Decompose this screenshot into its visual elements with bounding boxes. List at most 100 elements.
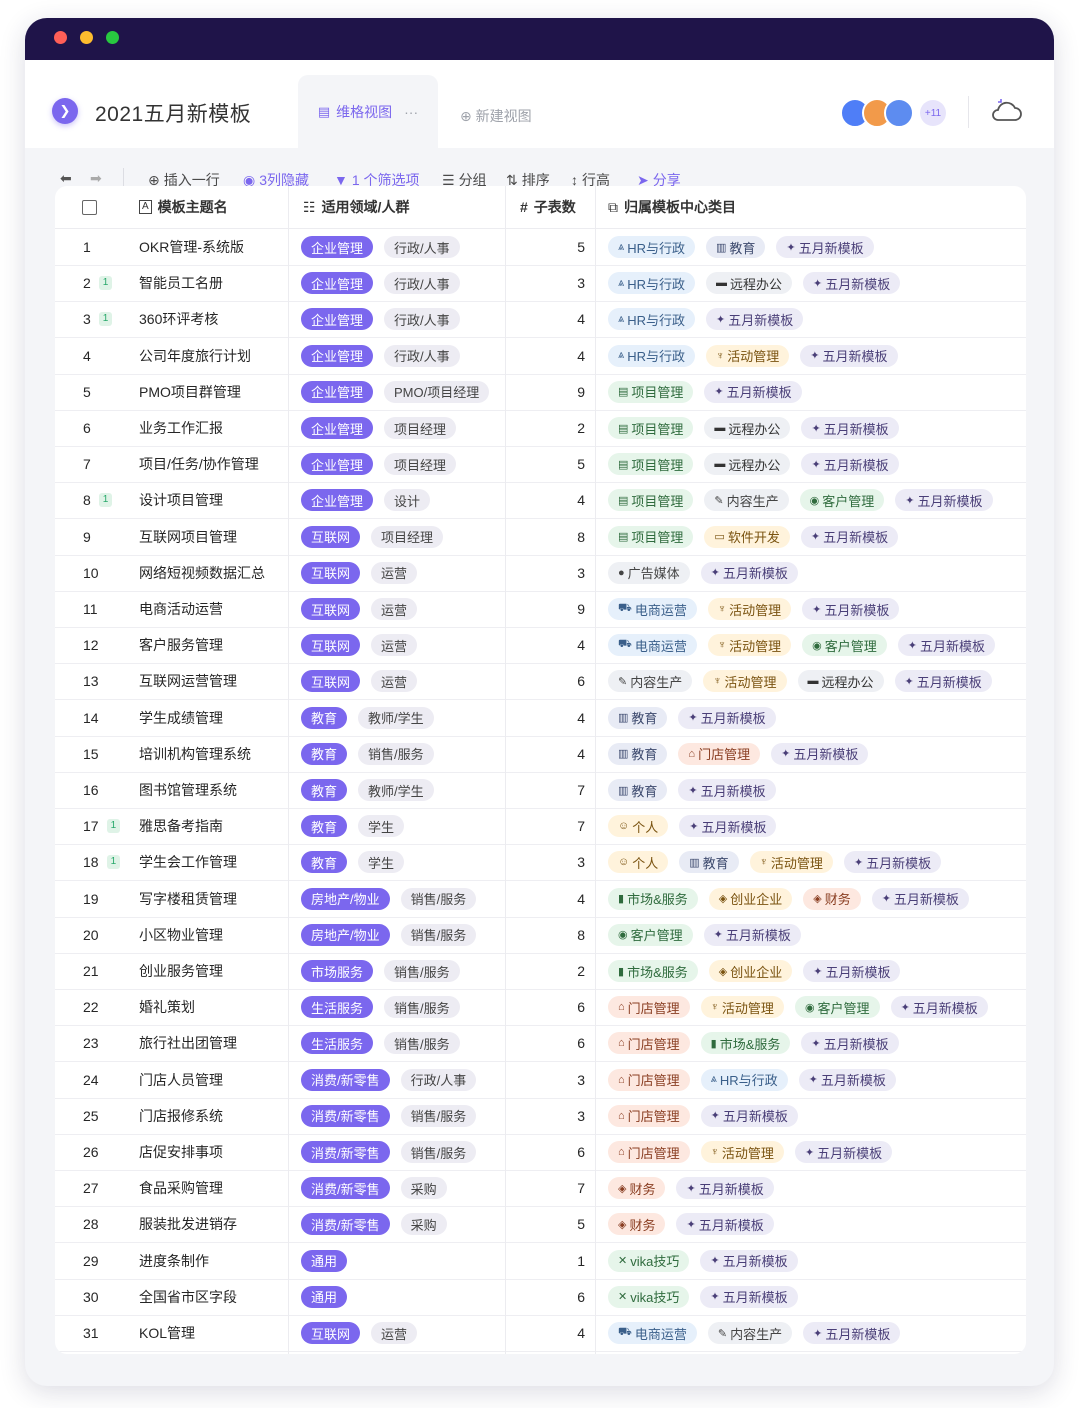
tab-grid-view[interactable]: ▤ 维格视图 ··· (298, 75, 438, 148)
domain-cell[interactable]: 房地产/物业 销售/服务 (301, 917, 487, 953)
count-cell[interactable]: 9 (505, 591, 585, 627)
category-cell[interactable]: ▤ 项目管理 ▬ 远程办公 ✦ 五月新模板 (608, 410, 910, 446)
count-cell[interactable]: 6 (505, 989, 585, 1025)
table-row[interactable]: 18 1 学生会工作管理 教育 学生 3 ☺ 个人 ▥ 教育 ♆ 活动管理 ✦ 五月新模板 (55, 844, 1026, 882)
category-cell[interactable]: ▤ 项目管理 ✦ 五月新模板 (608, 374, 813, 410)
table-row[interactable]: 16 图书馆管理系统 教育 教师/学生 7 ▥ 教育 ✦ 五月新模板 (55, 772, 1026, 809)
undo-icon[interactable]: ⬅ (60, 170, 72, 187)
domain-cell[interactable]: 教育 教师/学生 (301, 772, 445, 808)
table-row[interactable]: 26 店促安排事项 消费/新零售 销售/服务 6 ⌂ 门店管理 ♆ 活动管理 ✦ 五月新模板 (55, 1134, 1026, 1171)
template-name-cell[interactable]: 学生成绩管理 (139, 700, 223, 736)
template-name-cell[interactable]: 培训机构管理系统 (139, 736, 251, 772)
count-cell[interactable]: 4 (505, 627, 585, 663)
table-row[interactable]: 21 创业服务管理 市场服务 销售/服务 2 ▮ 市场&服务 ◈ 创业企业 ✦ 五月新模板 (55, 953, 1026, 990)
count-cell[interactable]: 4 (505, 482, 585, 518)
table-row[interactable]: 28 服装批发进销存 消费/新零售 采购 5 ◈ 财务 ✦ 五月新模板 (55, 1206, 1026, 1244)
domain-cell[interactable]: 教育 销售/服务 (301, 736, 445, 772)
table-row[interactable]: 17 1 雅思备考指南 教育 学生 7 ☺ 个人 ✦ 五月新模板 (55, 808, 1026, 846)
table-row[interactable]: 9 互联网项目管理 互联网 项目经理 8 ▤ 项目管理 ▭ 软件开发 ✦ 五月新模板 (55, 519, 1026, 556)
domain-cell[interactable]: 互联网 运营 (301, 663, 428, 699)
table-row[interactable]: 20 小区物业管理 房地产/物业 销售/服务 8 ◉ 客户管理 ✦ 五月新模板 (55, 917, 1026, 954)
count-cell[interactable]: 1 (505, 1243, 585, 1279)
count-cell[interactable]: 7 (505, 772, 585, 808)
redo-icon[interactable]: ➡ (90, 170, 102, 187)
template-name-cell[interactable]: 项目/任务/协作管理 (139, 446, 259, 482)
template-name-cell[interactable]: 全国省市区字段 (139, 1279, 237, 1315)
template-name-cell[interactable]: 创业服务管理 (139, 953, 223, 989)
category-cell[interactable]: ⩓ HR与行政 ▬ 远程办公 ✦ 五月新模板 (608, 265, 911, 301)
template-name-cell[interactable]: 互联网运营管理 (139, 663, 237, 699)
template-name-cell[interactable]: 360环评考核 (139, 301, 218, 337)
category-cell[interactable]: ◈ 财务 ✦ 五月新模板 (608, 1206, 785, 1242)
domain-cell[interactable]: 企业管理 设计 (301, 482, 441, 518)
domain-cell[interactable]: 企业管理 项目经理 (301, 446, 467, 482)
domain-cell[interactable]: 教育 学生 (301, 844, 415, 880)
domain-cell[interactable]: 互联网 项目经理 (301, 519, 454, 555)
table-row[interactable]: 3 1 360环评考核 企业管理 行政/人事 4 ⩓ HR与行政 ✦ 五月新模板 (55, 301, 1026, 339)
column-header-count[interactable]: # 子表数 (520, 186, 576, 228)
category-cell[interactable]: ⌂ 门店管理 ▮ 市场&服务 ✦ 五月新模板 (608, 1025, 910, 1061)
table-row[interactable]: 10 网络短视频数据汇总 互联网 运营 3 ● 广告媒体 ✦ 五月新模板 (55, 555, 1026, 592)
category-cell[interactable]: ▮ 市场&服务 ◈ 创业企业 ◈ 财务 ✦ 五月新模板 (608, 881, 980, 917)
table-row[interactable]: 27 食品采购管理 消费/新零售 采购 7 ◈ 财务 ✦ 五月新模板 (55, 1170, 1026, 1208)
table-row[interactable]: 1 OKR管理-系统版 企业管理 行政/人事 5 ⩓ HR与行政 ▥ 教育 ✦ 五月新模板 (55, 229, 1026, 266)
domain-cell[interactable]: 企业管理 PMO/项目经理 (301, 374, 500, 410)
template-name-cell[interactable]: OKR管理-系统版 (139, 229, 244, 265)
column-header-name[interactable]: A 模板主题名 (139, 186, 228, 228)
count-cell[interactable]: 2 (505, 953, 585, 989)
select-all-checkbox[interactable] (82, 186, 97, 228)
category-cell[interactable]: ⌂ 门店管理 ♆ 活动管理 ◉ 客户管理 ✦ 五月新模板 (608, 989, 999, 1025)
comment-count-badge[interactable]: 1 (106, 819, 121, 834)
template-name-cell[interactable]: 门店人员管理 (139, 1062, 223, 1098)
table-row[interactable]: 2 1 智能员工名册 企业管理 行政/人事 3 ⩓ HR与行政 ▬ 远程办公 ✦ 五月新模板 (55, 265, 1026, 303)
count-cell[interactable]: 5 (505, 1206, 585, 1242)
domain-cell[interactable]: 教育 教师/学生 (301, 700, 445, 736)
more-collaborators-badge[interactable]: +11 (920, 100, 946, 126)
count-cell[interactable]: 5 (505, 229, 585, 265)
domain-cell[interactable]: 消费/新零售 采购 (301, 1170, 458, 1206)
template-name-cell[interactable]: 电商活动运营 (139, 591, 223, 627)
template-name-cell[interactable]: 店促安排事项 (139, 1134, 223, 1170)
domain-cell[interactable]: 消费/新零售 行政/人事 (301, 1062, 487, 1098)
domain-cell[interactable]: 企业管理 行政/人事 (301, 265, 471, 301)
domain-cell[interactable]: 房地产/物业 销售/服务 (301, 881, 487, 917)
template-name-cell[interactable]: 雅思备考指南 (139, 808, 223, 844)
category-cell[interactable]: ▤ 项目管理 ▭ 软件开发 ✦ 五月新模板 (608, 519, 909, 555)
count-cell[interactable]: 6 (505, 1279, 585, 1315)
template-name-cell[interactable]: 进度条制作 (139, 1243, 209, 1279)
count-cell[interactable]: 4 (505, 881, 585, 917)
table-row[interactable]: 11 电商活动运营 互联网 运营 9 ⛟ 电商运营 ♆ 活动管理 ✦ 五月新模板 (55, 591, 1026, 628)
category-cell[interactable]: ▤ 项目管理 ▬ 远程办公 ✦ 五月新模板 (608, 446, 910, 482)
category-cell[interactable]: ◈ 财务 ✦ 五月新模板 (608, 1170, 785, 1206)
template-name-cell[interactable]: 互联网项目管理 (139, 519, 237, 555)
category-cell[interactable]: ▥ 教育 ✦ 五月新模板 (608, 700, 787, 736)
count-cell[interactable]: 8 (505, 917, 585, 953)
template-name-cell[interactable]: 婚礼策划 (139, 989, 195, 1025)
template-name-cell[interactable]: 服装批发进销存 (139, 1206, 237, 1242)
category-cell[interactable]: ✕ vika技巧 ✦ 五月新模板 (608, 1279, 809, 1315)
count-cell[interactable]: 7 (505, 808, 585, 844)
template-name-cell[interactable]: 门店报修系统 (139, 1098, 223, 1134)
table-row[interactable]: 15 培训机构管理系统 教育 销售/服务 4 ▥ 教育 ⌂ 门店管理 ✦ 五月新模板 (55, 736, 1026, 773)
template-name-cell[interactable]: 业务工作汇报 (139, 410, 223, 446)
comment-count-badge[interactable]: 1 (98, 312, 113, 327)
category-cell[interactable]: ☺ 个人 ✦ 五月新模板 (608, 808, 787, 844)
domain-cell[interactable]: 企业管理 项目经理 (301, 410, 467, 446)
domain-cell[interactable]: 市场服务 销售/服务 (301, 953, 471, 989)
count-cell[interactable]: 3 (505, 844, 585, 880)
category-cell[interactable]: ⛟ 电商运营 ♆ 活动管理 ✦ 五月新模板 (608, 591, 910, 627)
new-view-button[interactable]: ⊕ 新建视图 (460, 106, 532, 126)
table-row[interactable]: 24 门店人员管理 消费/新零售 行政/人事 3 ⌂ 门店管理 ⩓ HR与行政 ✦ 五月新模板 (55, 1062, 1026, 1099)
table-row[interactable]: 13 互联网运营管理 互联网 运营 6 ✎ 内容生产 ♆ 活动管理 ▬ 远程办公 ✦ 五月新模板 (55, 663, 1026, 701)
count-cell[interactable]: 3 (505, 265, 585, 301)
template-name-cell[interactable]: 食品采购管理 (139, 1170, 223, 1206)
domain-cell[interactable]: 消费/新零售 销售/服务 (301, 1134, 487, 1170)
domain-cell[interactable]: 互联网 运营 (301, 555, 428, 591)
count-cell[interactable]: 9 (505, 374, 585, 410)
maximize-window-button[interactable] (106, 31, 119, 44)
category-cell[interactable]: ⌂ 门店管理 ⩓ HR与行政 ✦ 五月新模板 (608, 1062, 907, 1098)
category-cell[interactable]: ⛟ 电商运营 ♆ 活动管理 ◉ 客户管理 ✦ 五月新模板 (608, 627, 1006, 663)
count-cell[interactable]: 6 (505, 1134, 585, 1170)
count-cell[interactable]: 8 (505, 519, 585, 555)
domain-cell[interactable]: 生活服务 销售/服务 (301, 1025, 471, 1061)
